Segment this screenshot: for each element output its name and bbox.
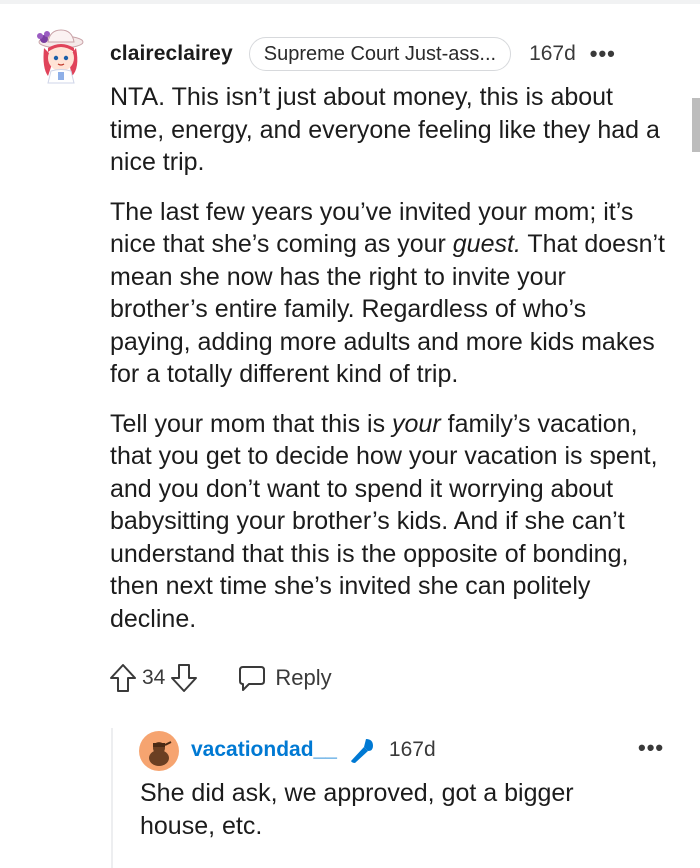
comment-actions: 34 Reply: [108, 656, 332, 700]
comment-username[interactable]: claireclairey: [110, 42, 233, 66]
emphasis-text: your: [392, 409, 441, 438]
speech-bubble-icon: [239, 666, 266, 691]
comment-paragraph-3: Tell your mom that this is your family’s…: [110, 408, 670, 636]
scrollbar-thumb[interactable]: [692, 98, 700, 152]
reply-username[interactable]: vacationdad__: [191, 738, 337, 762]
paragraph-text: Tell your mom that this is: [110, 409, 393, 438]
downvote-arrow-icon[interactable]: [169, 662, 199, 694]
user-flair[interactable]: Supreme Court Just-ass...: [248, 37, 512, 71]
reply-user-avatar[interactable]: [139, 731, 179, 771]
comment-paragraph-2: The last few years you’ve invited your m…: [110, 196, 670, 391]
emphasis-text: guest.: [452, 230, 521, 258]
reply-label: Reply: [275, 665, 332, 690]
upvote-arrow-icon[interactable]: [108, 662, 138, 694]
reply-age: 167d: [388, 738, 436, 761]
vote-count: 34: [142, 666, 166, 689]
comment-paragraph-1: NTA. This isn’t just about money, this i…: [110, 81, 670, 179]
microphone-icon: [350, 739, 373, 763]
thread-line[interactable]: [111, 728, 113, 868]
comment: claireclairey Supreme Court Just-ass... …: [0, 0, 700, 868]
reply-body: She did ask, we approved, got a bigger h…: [140, 779, 574, 840]
comment-age: 167d: [529, 42, 576, 65]
more-dots-icon[interactable]: •••: [590, 41, 616, 67]
user-avatar[interactable]: [34, 28, 86, 84]
reply-more-dots-icon[interactable]: •••: [638, 735, 664, 761]
comment-meta: claireclairey Supreme Court Just-ass... …: [110, 37, 616, 71]
reply-button[interactable]: Reply: [237, 663, 332, 693]
paragraph-text: family’s vacation, that you get to decid…: [110, 409, 658, 633]
comment-body: NTA. This isn’t just about money, this i…: [110, 81, 670, 652]
reply-meta: vacationdad__ 167d: [191, 733, 436, 767]
paragraph-text: NTA. This isn’t just about money, this i…: [110, 83, 660, 176]
